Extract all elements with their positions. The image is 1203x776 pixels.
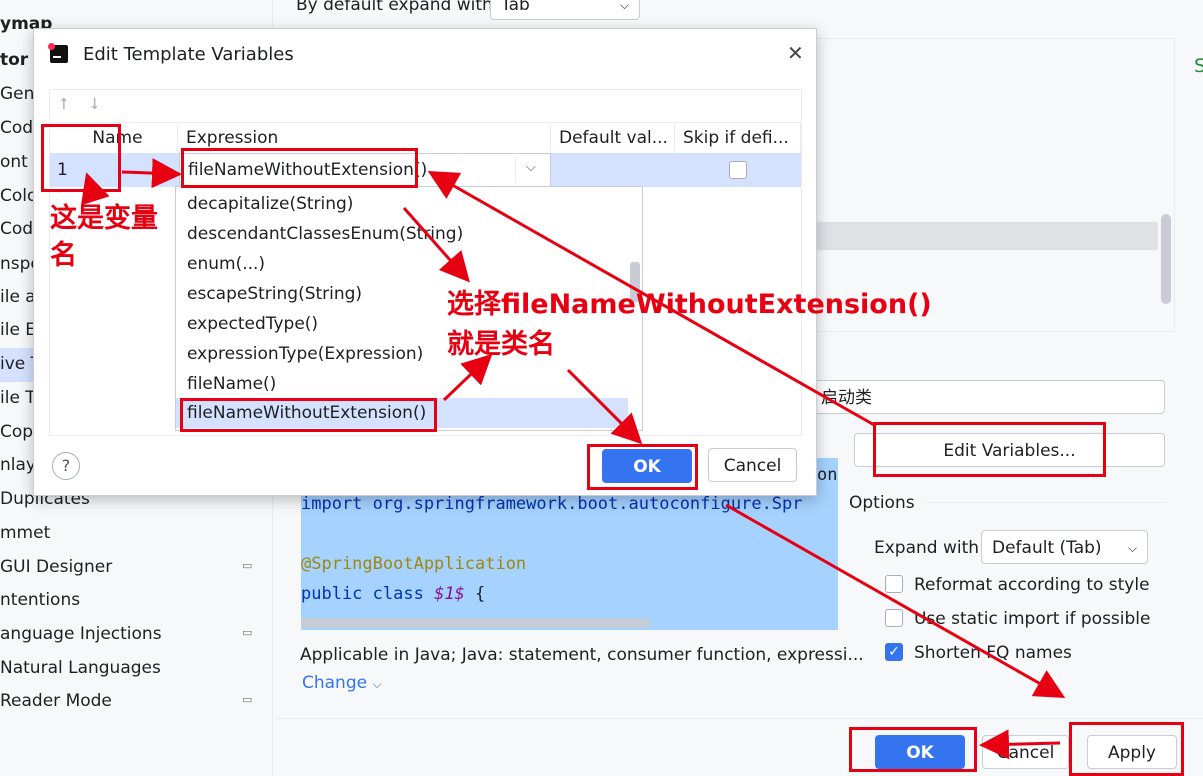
arrow-to-dialog-ok [566,368,643,445]
annotation-arrows [80,158,1066,760]
arrow-edit-variables-to-expression [427,171,877,428]
arrow-to-apply [725,503,1066,698]
arrow-apply-to-ok [979,729,1061,760]
arrow-from-selected-item [442,353,493,402]
arrow-to-choose-label [402,207,470,283]
arrow-label-to-name [80,172,110,206]
arrow-name-to-expression [121,158,182,189]
